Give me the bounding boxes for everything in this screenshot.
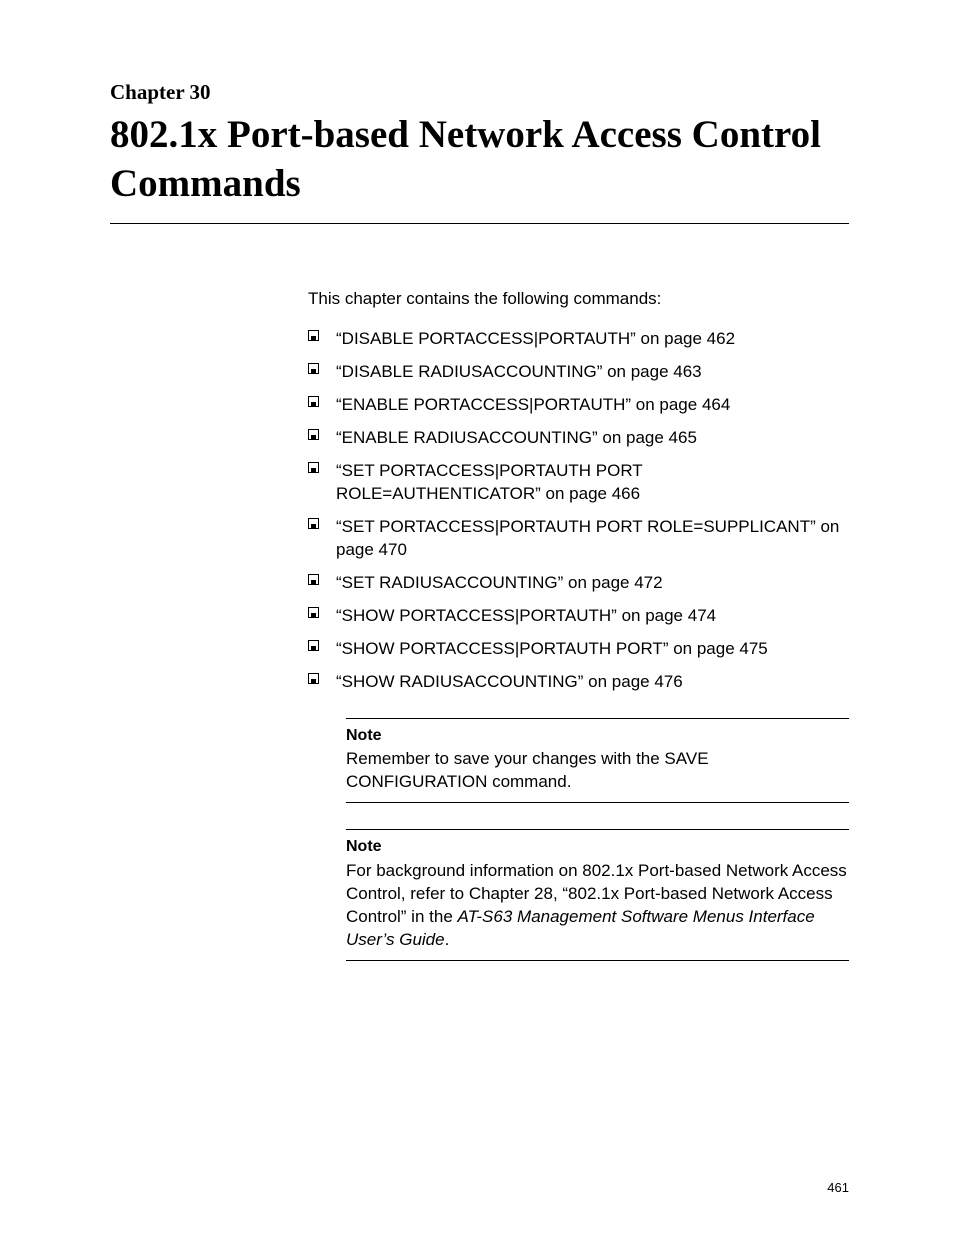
note-body: For background information on 802.1x Por… — [346, 860, 849, 952]
list-item-text: “ENABLE RADIUSACCOUNTING” on page 465 — [336, 428, 697, 447]
bullet-icon — [308, 396, 319, 407]
note-block: Note For background information on 802.1… — [346, 829, 849, 960]
command-list: “DISABLE PORTACCESS|PORTAUTH” on page 46… — [308, 328, 849, 693]
bullet-icon — [308, 673, 319, 684]
note-block: Note Remember to save your changes with … — [346, 718, 849, 803]
list-item: “SHOW RADIUSACCOUNTING” on page 476 — [308, 671, 849, 694]
list-item: “SET PORTACCESS|PORTAUTH PORT ROLE=AUTHE… — [308, 460, 849, 506]
bullet-icon — [308, 429, 319, 440]
page-number: 461 — [827, 1180, 849, 1195]
list-item: “ENABLE PORTACCESS|PORTAUTH” on page 464 — [308, 394, 849, 417]
list-item: “DISABLE PORTACCESS|PORTAUTH” on page 46… — [308, 328, 849, 351]
bullet-icon — [308, 640, 319, 651]
bullet-icon — [308, 330, 319, 341]
list-item-text: “SET PORTACCESS|PORTAUTH PORT ROLE=SUPPL… — [336, 517, 839, 559]
list-item-text: “SHOW RADIUSACCOUNTING” on page 476 — [336, 672, 683, 691]
list-item: “SET RADIUSACCOUNTING” on page 472 — [308, 572, 849, 595]
list-item-text: “ENABLE PORTACCESS|PORTAUTH” on page 464 — [336, 395, 730, 414]
chapter-title: 802.1x Port-based Network Access Control… — [110, 111, 849, 224]
list-item: “SHOW PORTACCESS|PORTAUTH” on page 474 — [308, 605, 849, 628]
note-label: Note — [346, 725, 849, 747]
list-item-text: “SET RADIUSACCOUNTING” on page 472 — [336, 573, 663, 592]
list-item: “SET PORTACCESS|PORTAUTH PORT ROLE=SUPPL… — [308, 516, 849, 562]
intro-text: This chapter contains the following comm… — [308, 288, 849, 311]
note-text-tail: . — [445, 930, 450, 949]
list-item-text: “SHOW PORTACCESS|PORTAUTH” on page 474 — [336, 606, 716, 625]
bullet-icon — [308, 363, 319, 374]
bullet-icon — [308, 607, 319, 618]
note-body: Remember to save your changes with the S… — [346, 748, 849, 794]
note-text: Remember to save your changes with the S… — [346, 749, 709, 791]
list-item: “SHOW PORTACCESS|PORTAUTH PORT” on page … — [308, 638, 849, 661]
list-item-text: “DISABLE RADIUSACCOUNTING” on page 463 — [336, 362, 702, 381]
body-column: This chapter contains the following comm… — [308, 288, 849, 961]
bullet-icon — [308, 462, 319, 473]
list-item-text: “SHOW PORTACCESS|PORTAUTH PORT” on page … — [336, 639, 768, 658]
list-item-text: “SET PORTACCESS|PORTAUTH PORT ROLE=AUTHE… — [336, 461, 642, 503]
list-item-text: “DISABLE PORTACCESS|PORTAUTH” on page 46… — [336, 329, 735, 348]
list-item: “DISABLE RADIUSACCOUNTING” on page 463 — [308, 361, 849, 384]
bullet-icon — [308, 574, 319, 585]
bullet-icon — [308, 518, 319, 529]
document-page: Chapter 30 802.1x Port-based Network Acc… — [0, 0, 954, 1235]
chapter-label: Chapter 30 — [110, 80, 849, 105]
note-label: Note — [346, 836, 849, 858]
list-item: “ENABLE RADIUSACCOUNTING” on page 465 — [308, 427, 849, 450]
